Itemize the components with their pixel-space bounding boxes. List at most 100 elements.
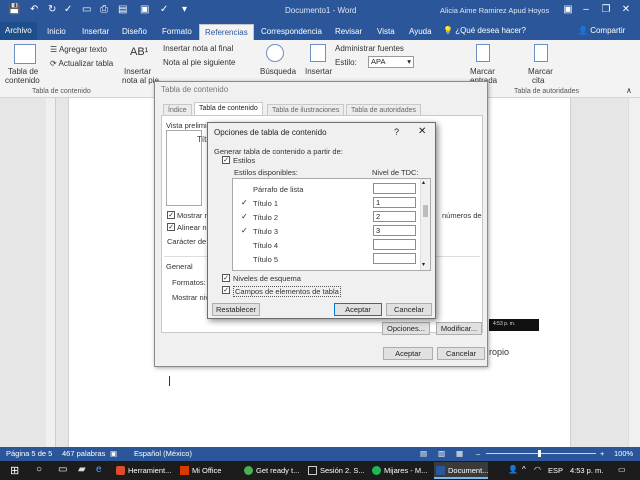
task-view-icon[interactable]: ▭: [58, 464, 67, 475]
insert-endnote-button[interactable]: Insertar nota al final: [163, 44, 233, 53]
page-count[interactable]: Página 5 de 5: [6, 449, 52, 458]
print-icon[interactable]: ⎙: [100, 4, 108, 15]
options-ok-button[interactable]: Aceptar: [334, 303, 382, 316]
options-cancel-button[interactable]: Cancelar: [386, 303, 432, 316]
search-button[interactable]: Búsqueda: [260, 67, 296, 76]
web-layout-icon[interactable]: ▦: [456, 449, 463, 458]
toc-level-field[interactable]: [373, 239, 416, 250]
styles-list[interactable]: Párrafo de lista ✓ Título 1 1 ✓ Título 2…: [232, 178, 431, 271]
restore-icon[interactable]: ❐: [598, 3, 614, 17]
tab-formato[interactable]: Formato: [157, 24, 197, 40]
notifications-icon[interactable]: ▭: [618, 465, 626, 474]
print-layout-icon[interactable]: ▥: [438, 449, 445, 458]
tab-insertar[interactable]: Insertar: [77, 24, 114, 40]
search-icon[interactable]: ○: [36, 464, 42, 475]
language-status[interactable]: Español (México): [134, 449, 192, 458]
align-numbers-checkbox[interactable]: ✓: [167, 223, 175, 231]
style-select[interactable]: APA ▾: [368, 56, 414, 68]
manage-sources-button[interactable]: Administrar fuentes: [335, 44, 404, 53]
read-mode-icon[interactable]: ▤: [420, 449, 427, 458]
mark-entry-line1[interactable]: Marcar: [470, 67, 495, 76]
browser-icon[interactable]: e: [96, 464, 102, 475]
close-icon[interactable]: ✕: [618, 3, 634, 17]
toc-icon[interactable]: [14, 44, 36, 64]
taskbar-item-get-ready[interactable]: Get ready t...: [242, 462, 299, 479]
toc-button-line1[interactable]: Tabla de: [8, 67, 38, 76]
help-icon[interactable]: ?: [394, 127, 399, 137]
windows-start-icon[interactable]: ⊞: [10, 464, 19, 477]
collapse-ribbon-icon[interactable]: ∧: [626, 86, 632, 95]
taskbar-item-mijares[interactable]: Mijares - M...: [370, 462, 427, 479]
toc-button-line2[interactable]: contenido: [5, 76, 40, 85]
tab-referencias[interactable]: Referencias: [199, 24, 254, 40]
mark-entry-icon[interactable]: [476, 44, 490, 62]
tab-ayuda[interactable]: Ayuda: [404, 24, 437, 40]
taskbar-item-mi-office[interactable]: Mi Office: [178, 462, 221, 479]
scroll-up-icon[interactable]: ▴: [422, 179, 425, 186]
taskbar-item-sesion[interactable]: Sesión 2. S...: [306, 462, 365, 479]
new-document-icon[interactable]: ▭: [82, 4, 91, 15]
mark-citation-line2[interactable]: cita: [532, 76, 544, 85]
tab-diseno[interactable]: Diseño: [117, 24, 152, 40]
tell-me-search[interactable]: 💡 ¿Qué desea hacer?: [443, 26, 526, 35]
save-icon[interactable]: 💾: [8, 4, 20, 15]
tab-correspondencia[interactable]: Correspondencia: [256, 24, 327, 40]
toc-level-field[interactable]: 1: [373, 197, 416, 208]
mark-citation-icon[interactable]: [534, 44, 548, 62]
toc-level-field[interactable]: 3: [373, 225, 416, 236]
redo-icon[interactable]: ↻: [48, 4, 56, 15]
options-button[interactable]: Opciones...: [382, 322, 430, 335]
share-button[interactable]: 👤 Compartir: [578, 26, 625, 35]
undo-icon[interactable]: ↶: [30, 4, 38, 15]
spell-check-icon[interactable]: ✓: [160, 4, 168, 15]
file-explorer-icon[interactable]: ▰: [78, 464, 86, 475]
insert-citation-icon[interactable]: [310, 44, 326, 62]
scroll-down-icon[interactable]: ▾: [422, 261, 425, 268]
tab-inicio[interactable]: Inicio: [42, 24, 71, 40]
toc-level-field[interactable]: 2: [373, 211, 416, 222]
tab-revisar[interactable]: Revisar: [330, 24, 367, 40]
ribbon-display-icon[interactable]: ▣: [560, 3, 576, 17]
customize-toolbar-icon[interactable]: ▾: [182, 4, 187, 15]
zoom-level[interactable]: 100%: [614, 449, 633, 458]
insert-footnote-line1[interactable]: Insertar: [124, 67, 151, 76]
modify-button[interactable]: Modificar...: [436, 322, 482, 335]
toc-cancel-button[interactable]: Cancelar: [437, 347, 485, 360]
update-table-button[interactable]: ⟳ Actualizar tabla: [50, 59, 113, 68]
quick-print-icon[interactable]: ▤: [118, 4, 127, 15]
vertical-scrollbar[interactable]: [628, 98, 640, 447]
tab-archivo[interactable]: Archivo: [0, 22, 37, 40]
scroll-thumb[interactable]: [423, 205, 428, 217]
zoom-in-icon[interactable]: +: [600, 449, 604, 458]
reset-button[interactable]: Restablecer: [212, 303, 260, 316]
show-numbers-checkbox[interactable]: ✓: [167, 211, 175, 219]
mark-citation-line1[interactable]: Marcar: [528, 67, 553, 76]
outline-levels-checkbox[interactable]: ✓: [222, 274, 230, 282]
open-folder-icon[interactable]: ▣: [140, 4, 149, 15]
tab-vista[interactable]: Vista: [372, 24, 400, 40]
spelling-icon[interactable]: ✓: [64, 4, 72, 15]
user-name[interactable]: Alicia Aime Ramirez Apud Hoyos: [440, 6, 549, 15]
taskbar-item-herramientas[interactable]: Herramient...: [114, 462, 171, 479]
insert-citation-button[interactable]: Insertar: [305, 67, 332, 76]
proofing-icon[interactable]: ▣: [110, 449, 117, 458]
wifi-icon[interactable]: ◠: [534, 465, 541, 474]
clock[interactable]: 4:53 p. m.: [570, 466, 603, 475]
tab-tabla-de-contenido[interactable]: Tabla de contenido: [194, 102, 263, 116]
word-count[interactable]: 467 palabras: [62, 449, 105, 458]
input-language[interactable]: ESP: [548, 466, 563, 475]
minimize-icon[interactable]: –: [578, 3, 594, 17]
footnote-icon[interactable]: AB¹: [130, 46, 148, 58]
close-icon[interactable]: ✕: [418, 126, 426, 137]
toc-level-field[interactable]: [373, 183, 416, 194]
add-text-button[interactable]: ☰ Agregar texto: [50, 45, 107, 54]
zoom-slider[interactable]: [486, 450, 596, 457]
taskbar-item-document[interactable]: Document...: [434, 462, 489, 479]
people-icon[interactable]: 👤: [508, 465, 518, 474]
search-icon[interactable]: [266, 44, 284, 62]
toc-level-field[interactable]: [373, 253, 416, 264]
show-hidden-icons[interactable]: ^: [522, 465, 526, 474]
next-footnote-button[interactable]: Nota al pie siguiente: [163, 58, 236, 67]
toc-ok-button[interactable]: Aceptar: [383, 347, 433, 360]
styles-checkbox[interactable]: ✓: [222, 156, 230, 164]
